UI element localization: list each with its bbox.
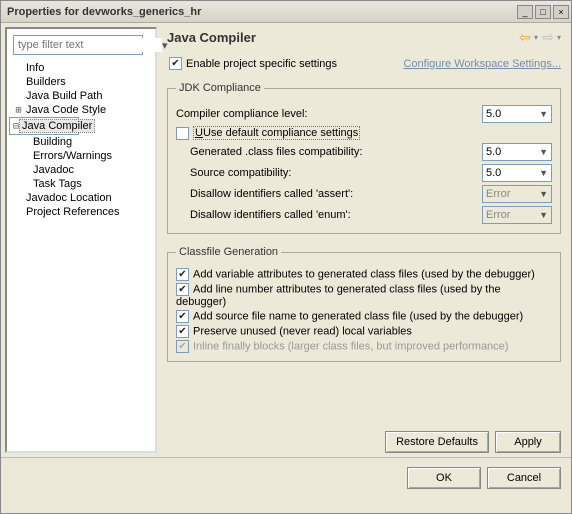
jdk-legend: JDK Compliance <box>176 82 264 94</box>
close-button[interactable]: × <box>553 5 569 19</box>
jdk-compliance-group: JDK Compliance Compiler compliance level… <box>167 82 561 234</box>
inline-finally-label: Inline finally blocks (larger class file… <box>193 340 508 352</box>
disallow-assert-label: Disallow identifiers called 'assert': <box>176 188 482 200</box>
chevron-down-icon: ▼ <box>539 210 548 220</box>
arrow-left-icon: ⇦ <box>519 29 531 46</box>
add-source-filename-label: Add source file name to generated class … <box>193 310 523 322</box>
ok-button[interactable]: OK <box>407 467 481 489</box>
filter-text[interactable] <box>16 38 162 52</box>
source-compat-label: Source compatibility: <box>176 167 482 179</box>
disallow-enum-select: Error▼ <box>482 206 552 224</box>
add-source-filename-checkbox[interactable]: ✔ <box>176 310 189 323</box>
main-panel: Java Compiler ⇦▾ ⇨▾ ✔ Enable project spe… <box>157 23 571 457</box>
chevron-down-icon: ▼ <box>539 189 548 199</box>
add-line-number-label: Add line number attributes to generated … <box>176 283 501 308</box>
page-heading: Java Compiler <box>167 30 515 45</box>
chevron-down-icon: ▼ <box>539 109 548 119</box>
tree-errors-warnings[interactable]: Errors/Warnings <box>9 149 153 163</box>
tree-javadoc-location[interactable]: Javadoc Location <box>9 191 153 205</box>
workspace-settings-link[interactable]: Configure Workspace Settings... <box>403 58 561 70</box>
add-line-number-checkbox[interactable]: ✔ <box>176 283 189 296</box>
tree-builders[interactable]: Builders <box>9 75 153 89</box>
tree-info[interactable]: Info <box>9 61 153 75</box>
preserve-unused-checkbox[interactable]: ✔ <box>176 325 189 338</box>
preserve-unused-label: Preserve unused (never read) local varia… <box>193 325 412 337</box>
compliance-level-label: Compiler compliance level: <box>176 108 482 120</box>
expand-icon: ⊞ <box>13 105 24 116</box>
generated-compat-label: Generated .class files compatibility: <box>176 146 482 158</box>
enable-project-label: Enable project specific settings <box>186 58 403 70</box>
cancel-button[interactable]: Cancel <box>487 467 561 489</box>
restore-defaults-button[interactable]: Restore Defaults <box>385 431 489 453</box>
tree-java-build-path[interactable]: Java Build Path <box>9 89 153 103</box>
forward-button: ⇨ <box>540 29 556 45</box>
minimize-button[interactable]: _ <box>517 5 533 19</box>
tree-project-references[interactable]: Project References <box>9 205 153 219</box>
sidebar: ▾ Info Builders Java Build Path ⊞Java Co… <box>5 27 157 453</box>
inline-finally-checkbox: ✔ <box>176 340 189 353</box>
add-variable-attrs-checkbox[interactable]: ✔ <box>176 268 189 281</box>
back-button[interactable]: ⇦ <box>517 29 533 45</box>
classfile-generation-group: Classfile Generation ✔ Add variable attri… <box>167 246 561 362</box>
tree-java-code-style[interactable]: ⊞Java Code Style <box>9 103 153 117</box>
window-title: Properties for devworks_generics_hr <box>7 6 515 18</box>
tree-task-tags[interactable]: Task Tags <box>9 177 153 191</box>
tree-javadoc[interactable]: Javadoc <box>9 163 153 177</box>
apply-button[interactable]: Apply <box>495 431 561 453</box>
classfile-legend: Classfile Generation <box>176 246 281 258</box>
tree-java-compiler[interactable]: ⊟Java Compiler <box>9 117 79 135</box>
disallow-enum-label: Disallow identifiers called 'enum': <box>176 209 482 221</box>
source-compat-select[interactable]: 5.0▼ <box>482 164 552 182</box>
tree-building[interactable]: Building <box>9 135 153 149</box>
arrow-right-icon: ⇨ <box>542 29 554 46</box>
use-default-checkbox[interactable] <box>176 127 189 140</box>
enable-project-checkbox[interactable]: ✔ <box>169 57 182 70</box>
chevron-down-icon: ▼ <box>539 147 548 157</box>
maximize-button[interactable]: □ <box>535 5 551 19</box>
chevron-down-icon: ▼ <box>539 168 548 178</box>
disallow-assert-select: Error▼ <box>482 185 552 203</box>
compliance-level-select[interactable]: 5.0▼ <box>482 105 552 123</box>
generated-compat-select[interactable]: 5.0▼ <box>482 143 552 161</box>
add-variable-attrs-label: Add variable attributes to generated cla… <box>193 268 535 280</box>
dialog-footer: OK Cancel <box>1 457 571 497</box>
use-default-label: UUse default compliance settings <box>193 126 360 140</box>
nav-tree: Info Builders Java Build Path ⊞Java Code… <box>9 61 153 447</box>
filter-input[interactable]: ▾ <box>13 35 143 55</box>
title-bar: Properties for devworks_generics_hr _ □ … <box>1 1 571 23</box>
